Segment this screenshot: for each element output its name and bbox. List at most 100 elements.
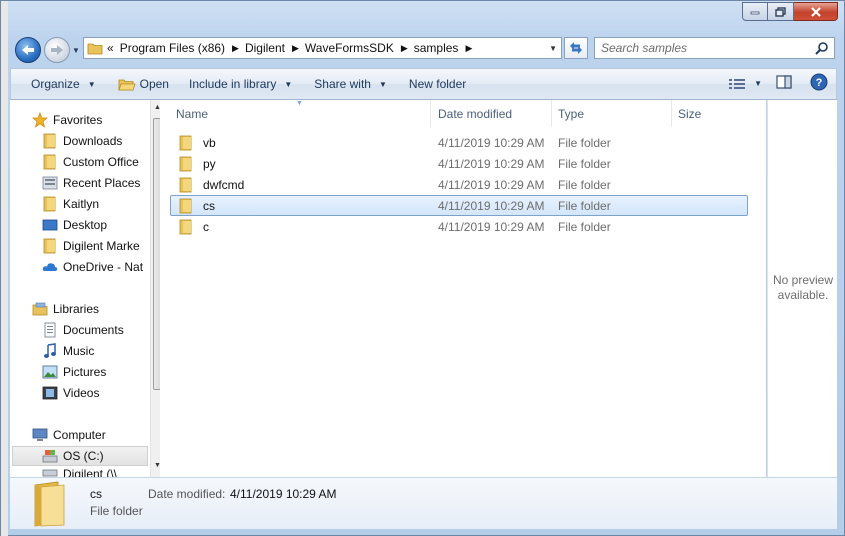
open-button[interactable]: Open — [110, 72, 177, 96]
search-icon[interactable] — [815, 41, 829, 55]
documents-icon — [42, 322, 58, 338]
folder-icon — [178, 198, 194, 214]
folder-icon — [178, 219, 194, 235]
libraries-icon — [32, 301, 48, 317]
tree-kaitlyn[interactable]: Kaitlyn — [42, 194, 99, 214]
column-label: Name — [176, 106, 209, 121]
cloud-icon — [42, 259, 58, 275]
close-icon — [810, 6, 821, 17]
file-row[interactable]: py 4/11/2019 10:29 AM File folder — [170, 153, 748, 174]
back-button[interactable] — [15, 37, 41, 63]
include-in-library-button[interactable]: Include in library ▼ — [181, 72, 300, 96]
tree-label: Pictures — [63, 365, 107, 379]
view-details-icon — [729, 78, 746, 89]
forward-button[interactable] — [44, 37, 70, 63]
tree-onedrive[interactable]: OneDrive - Nat — [42, 257, 143, 277]
chevron-right-icon[interactable]: ▶ — [465, 43, 472, 54]
tree-desktop[interactable]: Desktop — [42, 215, 107, 235]
svg-text:?: ? — [816, 77, 823, 89]
breadcrumb-digilent[interactable]: Digilent ▶ — [245, 41, 299, 55]
tree-label: Custom Office — [63, 155, 139, 169]
preview-line: available. — [777, 288, 829, 302]
organize-button[interactable]: Organize ▼ — [23, 72, 104, 96]
file-row[interactable]: vb 4/11/2019 10:29 AM File folder — [170, 132, 748, 153]
caption-buttons — [742, 2, 838, 21]
maximize-button[interactable] — [768, 2, 794, 21]
column-header-type[interactable]: Type — [552, 100, 672, 127]
breadcrumb-samples[interactable]: samples ▶ — [414, 41, 473, 55]
new-folder-button[interactable]: New folder — [401, 72, 474, 96]
tree-libraries[interactable]: Libraries — [32, 299, 99, 319]
tree-custom-office[interactable]: Custom Office — [42, 152, 139, 172]
recent-pages-dropdown[interactable]: ▼ — [72, 46, 80, 55]
file-date: 4/11/2019 10:29 AM — [438, 198, 545, 213]
help-button[interactable]: ? — [810, 73, 828, 94]
file-name-label: dwfcmd — [203, 177, 245, 192]
open-label: Open — [139, 77, 169, 91]
background-window-edge — [1, 1, 8, 536]
tree-favorites[interactable]: Favorites — [32, 110, 102, 130]
chevron-right-icon[interactable]: ▶ — [232, 43, 239, 54]
minimize-button[interactable] — [742, 2, 768, 21]
tree-label: Desktop — [63, 218, 108, 232]
file-type: File folder — [558, 219, 611, 234]
tree-digilent-marketing[interactable]: Digilent Marke — [42, 236, 140, 256]
search-input[interactable] — [595, 38, 805, 58]
tree-label: Music — [63, 344, 95, 358]
address-bar[interactable]: « Program Files (x86) ▶ Digilent ▶ WaveFor… — [83, 37, 562, 59]
tree-recent-places[interactable]: Recent Places — [42, 173, 140, 193]
detail-item-type: File folder — [90, 504, 143, 518]
column-label: Size — [678, 106, 702, 121]
chevron-right-icon[interactable]: ▶ — [292, 43, 299, 54]
file-row[interactable]: cs 4/11/2019 10:29 AM File folder — [170, 195, 748, 216]
tree-downloads[interactable]: Downloads — [42, 131, 122, 151]
organize-label: Organize — [31, 77, 80, 91]
column-header-name[interactable]: Name — [170, 100, 431, 127]
tree-label: Downloads — [63, 134, 123, 148]
preview-pane-button[interactable] — [776, 75, 792, 92]
breadcrumb-label: Digilent — [244, 41, 285, 55]
tree-videos[interactable]: Videos — [42, 383, 99, 403]
search-box[interactable] — [594, 37, 835, 59]
address-dropdown-icon[interactable]: ▼ — [549, 44, 557, 53]
tree-label: Favorites — [53, 113, 103, 127]
change-view-button[interactable]: ▼ — [728, 78, 762, 90]
close-button[interactable] — [794, 2, 838, 21]
file-name: dwfcmd — [178, 177, 244, 193]
tree-digilent-drive[interactable]: Digilent (\\ — [42, 467, 117, 477]
explorer-window: ▼ « Program Files (x86) ▶ Digilent ▶ WaveF… — [0, 0, 845, 536]
open-folder-icon — [118, 79, 136, 90]
refresh-icon — [570, 42, 582, 54]
file-date: 4/11/2019 10:29 AM — [438, 156, 545, 171]
chevron-right-icon[interactable]: ▶ — [401, 43, 408, 54]
tree-documents[interactable]: Documents — [42, 320, 124, 340]
file-type: File folder — [558, 156, 611, 171]
tree-label: Documents — [63, 323, 124, 337]
file-name-label: c — [203, 219, 209, 234]
command-bar: Organize ▼ Open Include in library ▼ Share… — [10, 68, 837, 100]
tree-pictures[interactable]: Pictures — [42, 362, 106, 382]
file-name: vb — [178, 135, 216, 151]
refresh-button[interactable] — [564, 37, 588, 59]
tree-label: Libraries — [53, 302, 100, 316]
tree-music[interactable]: Music — [42, 341, 94, 361]
detail-date-value: 4/11/2019 10:29 AM — [230, 487, 337, 501]
chevron-down-icon: ▼ — [378, 79, 387, 89]
folder-icon — [42, 133, 58, 149]
tree-computer[interactable]: Computer — [32, 425, 106, 445]
music-icon — [42, 343, 58, 359]
file-row[interactable]: c 4/11/2019 10:29 AM File folder — [170, 216, 748, 237]
breadcrumb-program-files[interactable]: Program Files (x86) ▶ — [120, 41, 239, 55]
column-header-date-modified[interactable]: Date modified — [432, 100, 552, 127]
share-with-button[interactable]: Share with ▼ — [306, 72, 395, 96]
breadcrumb-waveformssdk[interactable]: WaveFormsSDK ▶ — [305, 41, 408, 55]
file-type: File folder — [558, 177, 611, 192]
file-name: c — [178, 219, 209, 235]
column-header-size[interactable]: Size — [672, 100, 766, 127]
breadcrumb-overflow[interactable]: « — [107, 41, 114, 55]
restore-icon — [774, 6, 786, 17]
tree-label: Kaitlyn — [63, 197, 100, 211]
overflow-label: « — [107, 41, 114, 55]
file-row[interactable]: dwfcmd 4/11/2019 10:29 AM File folder — [170, 174, 748, 195]
tree-os-c[interactable]: OS (C:) — [12, 446, 148, 466]
